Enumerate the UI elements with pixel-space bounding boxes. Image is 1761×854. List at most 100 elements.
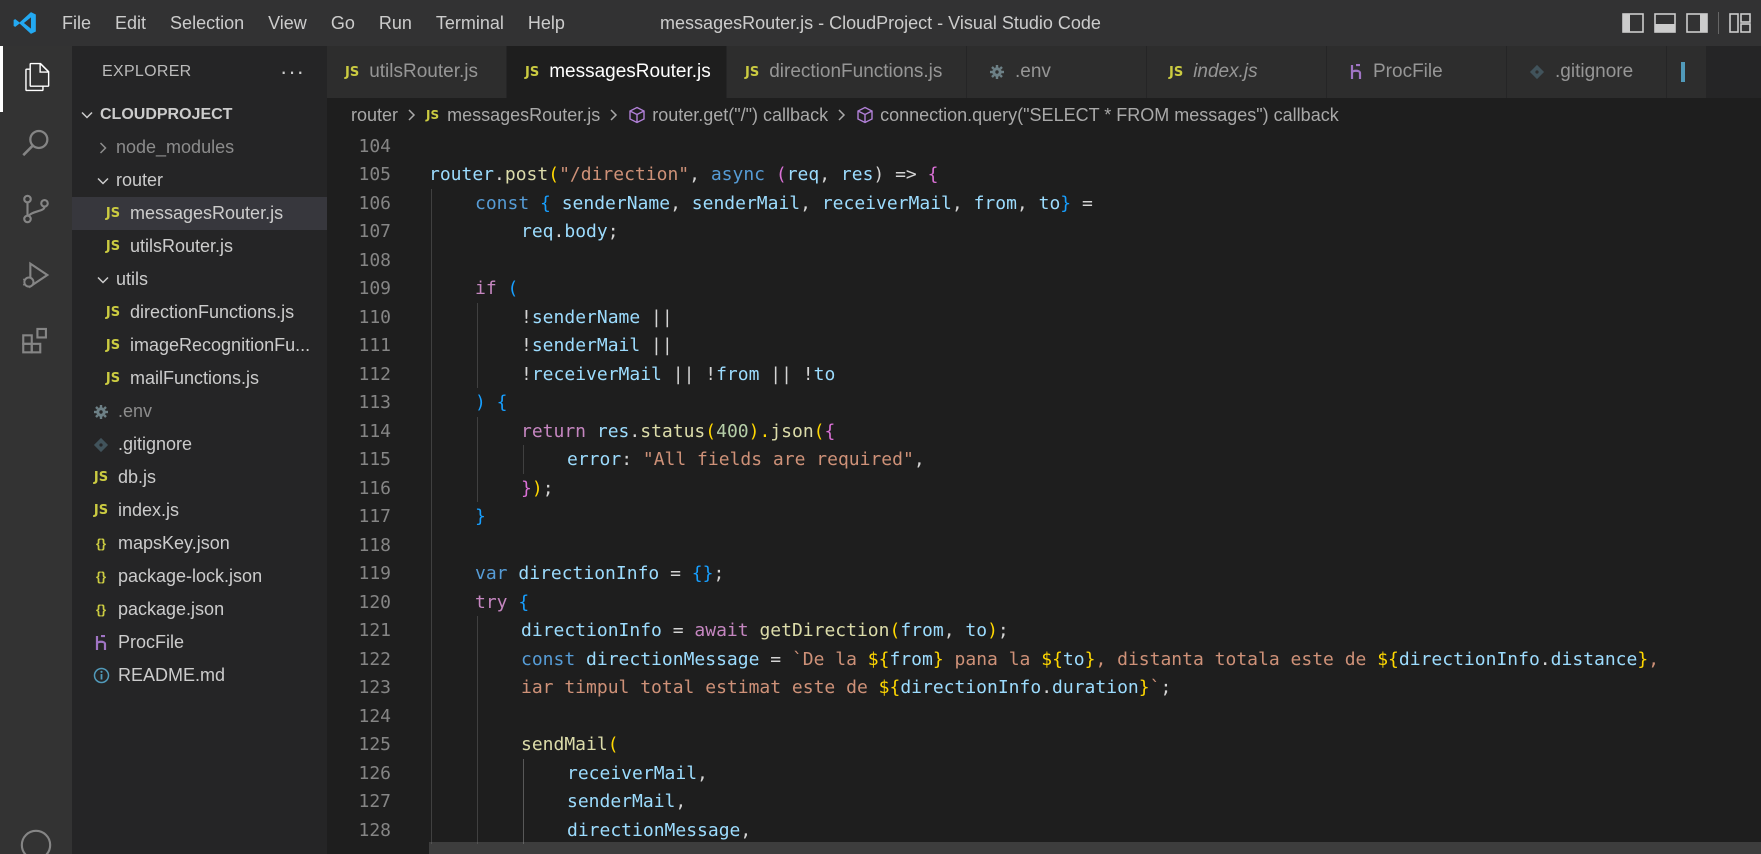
breadcrumb-symbol-1[interactable]: router.get("/") callback: [652, 105, 828, 126]
accounts-activity[interactable]: [0, 828, 72, 854]
js-file-icon: JS: [1169, 64, 1184, 80]
menu-terminal[interactable]: Terminal: [424, 0, 516, 46]
code-line: 128 directionMessage,: [327, 816, 1761, 845]
code-text: receiverMail,: [567, 762, 708, 784]
search-activity[interactable]: [0, 112, 72, 178]
tree-item-router[interactable]: router: [72, 164, 327, 197]
tab-messages-router[interactable]: JS messagesRouter.js: [507, 46, 741, 98]
line-number: 125: [358, 734, 391, 756]
code-line: 118: [327, 531, 1761, 560]
explorer-title: EXPLORER: [102, 63, 192, 80]
js-file-icon: JS: [426, 108, 440, 122]
tree-item-package-lock[interactable]: {} package-lock.json: [72, 560, 327, 593]
code-text: iar timpul total estimat este de ${direc…: [521, 677, 1172, 699]
customize-layout-icon[interactable]: [1729, 13, 1751, 33]
toggle-panel-icon[interactable]: [1654, 13, 1676, 33]
run-debug-activity[interactable]: [0, 244, 72, 310]
breadcrumb-folder[interactable]: router: [351, 105, 398, 126]
files-icon: [21, 60, 55, 98]
code-line: 114 return res.status(400).json({: [327, 417, 1761, 446]
layout-controls: [1622, 0, 1751, 46]
tree-item-direction-functions[interactable]: JS directionFunctions.js: [72, 296, 327, 329]
code-text: var directionInfo = {};: [475, 563, 725, 585]
tree-item-utils-router[interactable]: JS utilsRouter.js: [72, 230, 327, 263]
code-line: 120 try {: [327, 588, 1761, 617]
tab-index[interactable]: JS index.js: [1147, 46, 1327, 98]
tree-item-env[interactable]: .env: [72, 395, 327, 428]
tree-item-package[interactable]: {} package.json: [72, 593, 327, 626]
git-icon: [1529, 64, 1545, 80]
tab-env[interactable]: .env: [967, 46, 1147, 98]
menu-edit[interactable]: Edit: [103, 0, 158, 46]
tree-item-label: package.json: [118, 599, 225, 619]
tree-item-db[interactable]: JS db.js: [72, 461, 327, 494]
source-control-activity[interactable]: [0, 178, 72, 244]
vscode-logo-icon[interactable]: [0, 0, 50, 46]
tree-item-readme[interactable]: README.md: [72, 659, 327, 692]
title-bar: File Edit Selection View Go Run Terminal…: [0, 0, 1761, 46]
code-line: 127 senderMail,: [327, 788, 1761, 817]
code-text: req.body;: [521, 221, 619, 243]
tree-item-node-modules[interactable]: node_modules: [72, 131, 327, 164]
code-text: const { senderName, senderMail, receiver…: [475, 192, 1093, 214]
code-line: 107 req.body;: [327, 218, 1761, 247]
code-line: 126 receiverMail,: [327, 759, 1761, 788]
menu-go[interactable]: Go: [319, 0, 367, 46]
code-text: ) {: [475, 392, 508, 414]
horizontal-scrollbar[interactable]: [429, 842, 1761, 854]
code-line: 123 iar timpul total estimat este de ${d…: [327, 674, 1761, 703]
tree-item-label: utils: [116, 269, 149, 289]
extensions-icon: [19, 324, 53, 362]
code-line: 109 if (: [327, 275, 1761, 304]
line-number: 123: [358, 677, 391, 699]
toggle-primary-sidebar-icon[interactable]: [1622, 13, 1644, 33]
tree-item-label: mapsKey.json: [118, 533, 230, 553]
tab-direction-functions[interactable]: JS directionFunctions.js: [727, 46, 967, 98]
project-name: CLOUDPROJECT: [100, 105, 233, 123]
gear-icon: [90, 404, 112, 420]
menu-run[interactable]: Run: [367, 0, 424, 46]
indent-guide: [523, 445, 524, 474]
js-file-icon: JS: [93, 470, 109, 485]
menu-help[interactable]: Help: [516, 0, 577, 46]
menu-file[interactable]: File: [50, 0, 103, 46]
tree-item-index[interactable]: JS index.js: [72, 494, 327, 527]
tab-utils-router[interactable]: JS utilsRouter.js: [327, 46, 507, 98]
project-root[interactable]: CLOUDPROJECT: [72, 98, 327, 131]
line-number: 128: [358, 819, 391, 841]
json-file-icon: {}: [95, 569, 107, 584]
code-line: 125 sendMail(: [327, 731, 1761, 760]
git-icon: [90, 437, 112, 453]
tree-item-image-recognition[interactable]: JS imageRecognitionFu...: [72, 329, 327, 362]
line-number: 111: [358, 335, 391, 357]
code-line: 115 error: "All fields are required",: [327, 446, 1761, 475]
code-text: sendMail(: [521, 734, 619, 756]
tree-item-messages-router[interactable]: JS messagesRouter.js: [72, 197, 327, 230]
code-text: senderMail,: [567, 791, 687, 813]
js-file-icon: JS: [105, 338, 121, 353]
code-text: directionMessage,: [567, 819, 752, 841]
breadcrumb-symbol-2[interactable]: connection.query("SELECT * FROM messages…: [880, 105, 1339, 126]
toggle-secondary-sidebar-icon[interactable]: [1686, 13, 1708, 33]
explorer-activity[interactable]: [0, 46, 72, 112]
indent-guide: [431, 189, 432, 844]
menu-selection[interactable]: Selection: [158, 0, 256, 46]
tree-item-label: index.js: [118, 500, 180, 520]
tab-gitignore[interactable]: .gitignore: [1507, 46, 1667, 98]
breadcrumb-file[interactable]: messagesRouter.js: [447, 105, 600, 126]
code-editor[interactable]: 104 105 router.post("/direction", async …: [327, 132, 1761, 854]
tab-procfile[interactable]: ProcFile: [1327, 46, 1507, 98]
tree-item-procfile[interactable]: ProcFile: [72, 626, 327, 659]
method-cube-icon: [856, 106, 874, 124]
tab-overflow[interactable]: [1667, 46, 1707, 98]
json-file-icon: {}: [95, 602, 107, 617]
code-text: if (: [475, 278, 519, 300]
tree-item-maps-key[interactable]: {} mapsKey.json: [72, 527, 327, 560]
tree-item-utils[interactable]: utils: [72, 263, 327, 296]
menu-view[interactable]: View: [256, 0, 319, 46]
tree-item-gitignore[interactable]: .gitignore: [72, 428, 327, 461]
code-line: 113 ) {: [327, 389, 1761, 418]
more-actions-icon[interactable]: ···: [280, 59, 305, 85]
tree-item-mail-functions[interactable]: JS mailFunctions.js: [72, 362, 327, 395]
extensions-activity[interactable]: [0, 310, 72, 376]
